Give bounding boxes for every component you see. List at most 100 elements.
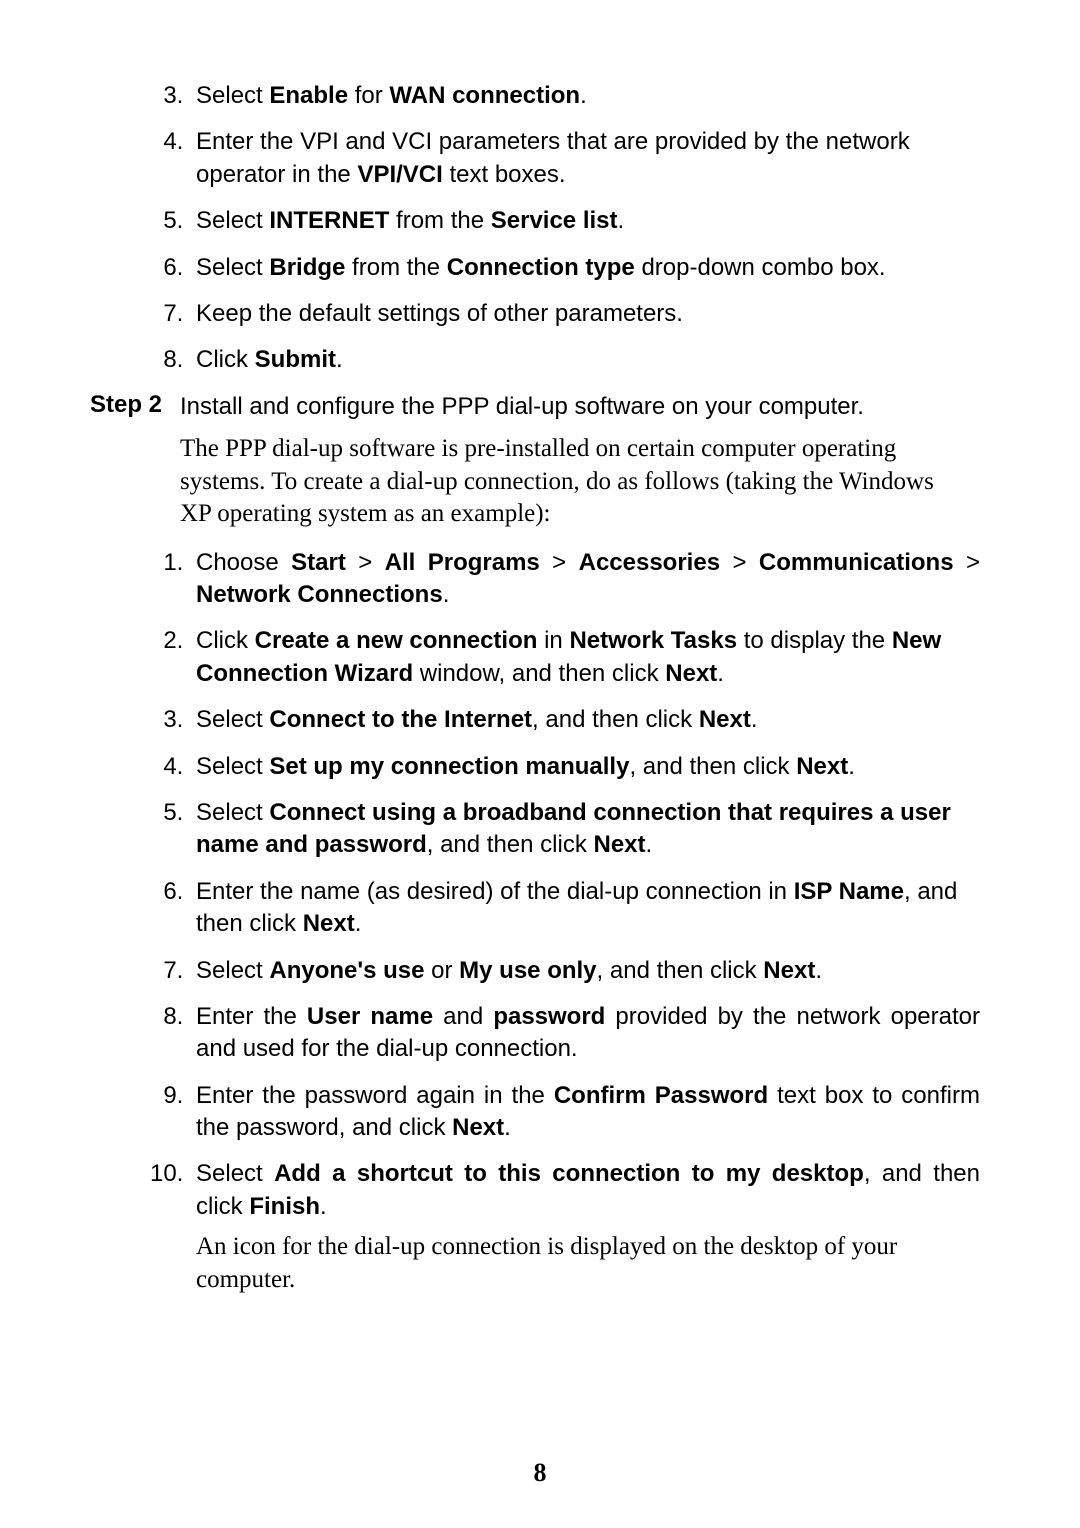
bold-text: Next (699, 706, 751, 733)
step-label: Step 2 (90, 391, 180, 419)
text: to display the (737, 627, 892, 654)
list-item: Enter the VPI and VCI parameters that ar… (190, 126, 980, 191)
text: . (504, 1114, 511, 1141)
list-item: Enter the User name and password provide… (190, 1001, 980, 1066)
list-item: Select Connect to the Internet, and then… (190, 704, 980, 736)
bold-text: Connection type (447, 254, 635, 281)
bold-text: Next (796, 753, 848, 780)
text: Keep the default settings of other param… (196, 300, 683, 327)
list-item: Select Enable for WAN connection. (190, 80, 980, 112)
text: Select (196, 82, 269, 109)
result-paragraph: An icon for the dial-up connection is di… (196, 1231, 980, 1296)
list-item: Select Bridge from the Connection type d… (190, 252, 980, 284)
list-item: Click Create a new connection in Network… (190, 625, 980, 690)
bold-text: Connect to the Internet (269, 706, 532, 733)
text: Select (196, 957, 269, 984)
bold-text: Accessories (579, 549, 720, 576)
bold-text: Set up my connection manually (269, 753, 629, 780)
bold-text: INTERNET (269, 207, 389, 234)
text: . (336, 346, 343, 373)
bold-text: Service list (491, 207, 618, 234)
text: , and then click (629, 753, 796, 780)
text: from the (345, 254, 446, 281)
bold-text: Next (763, 957, 815, 984)
text: Click (196, 346, 255, 373)
bold-text: VPI/VCI (357, 161, 442, 188)
bold-text: Start (291, 549, 346, 576)
text: . (646, 831, 653, 858)
bold-text: Anyone's use (269, 957, 424, 984)
text: Enter the password again in the (196, 1082, 554, 1109)
text: , and then click (597, 957, 764, 984)
list-item: Select Connect using a broadband connect… (190, 797, 980, 862)
bold-text: Create a new connection (255, 627, 538, 654)
bold-text: Network Connections (196, 581, 443, 608)
text: Select (196, 254, 269, 281)
text: or (424, 957, 459, 984)
step2-substeps-list: Choose Start > All Programs > Accessorie… (120, 547, 980, 1297)
bold-text: Add a shortcut to this connection to my … (274, 1160, 864, 1187)
list-item: Enter the password again in the Confirm … (190, 1080, 980, 1145)
list-item: Select Add a shortcut to this connection… (190, 1158, 980, 1296)
text: Select (196, 1160, 274, 1187)
list-item: Keep the default settings of other param… (190, 298, 980, 330)
text: Enter the (196, 1003, 307, 1030)
bold-text: Enable (269, 82, 348, 109)
text: and (433, 1003, 493, 1030)
page-number: 8 (0, 1458, 1080, 1488)
list-item: Enter the name (as desired) of the dial-… (190, 876, 980, 941)
bold-text: Next (452, 1114, 504, 1141)
bold-text: Submit (255, 346, 336, 373)
text: , and then click (532, 706, 699, 733)
bold-text: Network Tasks (569, 627, 737, 654)
text: > (540, 549, 579, 576)
bold-text: Communications (759, 549, 954, 576)
text: drop-down combo box. (635, 254, 886, 281)
bold-text: WAN connection (389, 82, 580, 109)
text: window, and then click (413, 660, 665, 687)
text: , and then click (427, 831, 594, 858)
bold-text: My use only (459, 957, 596, 984)
step-text: Install and configure the PPP dial-up so… (180, 391, 980, 423)
step2-heading: Step 2 Install and configure the PPP dia… (90, 391, 980, 423)
text: text boxes. (443, 161, 566, 188)
list-item: Select Set up my connection manually, an… (190, 751, 980, 783)
text: . (443, 581, 450, 608)
step2-intro-paragraph: The PPP dial-up software is pre-installe… (180, 433, 980, 531)
list-item: Click Submit. (190, 344, 980, 376)
text: . (618, 207, 625, 234)
text: Choose (196, 549, 291, 576)
bold-text: Finish (249, 1193, 320, 1220)
text: . (717, 660, 724, 687)
text: > (954, 549, 980, 576)
step1-substeps-list: Select Enable for WAN connection. Enter … (120, 80, 980, 377)
text: > (346, 549, 385, 576)
bold-text: Next (665, 660, 717, 687)
text: . (355, 910, 362, 937)
list-item: Select INTERNET from the Service list. (190, 205, 980, 237)
text: > (720, 549, 759, 576)
bold-text: Bridge (269, 254, 345, 281)
text: . (815, 957, 822, 984)
text: Enter the name (as desired) of the dial-… (196, 878, 794, 905)
text: from the (389, 207, 490, 234)
text: . (580, 82, 587, 109)
bold-text: ISP Name (794, 878, 904, 905)
text: in (537, 627, 569, 654)
bold-text: password (493, 1003, 605, 1030)
bold-text: Confirm Password (554, 1082, 768, 1109)
document-page: Select Enable for WAN connection. Enter … (0, 0, 1080, 1528)
text: Select (196, 753, 269, 780)
text: for (348, 82, 389, 109)
list-item: Select Anyone's use or My use only, and … (190, 955, 980, 987)
text: . (848, 753, 855, 780)
bold-text: Next (594, 831, 646, 858)
text: Select (196, 207, 269, 234)
bold-text: User name (307, 1003, 433, 1030)
list-item: Choose Start > All Programs > Accessorie… (190, 547, 980, 612)
text: . (751, 706, 758, 733)
text: Select (196, 799, 269, 826)
text: Click (196, 627, 255, 654)
text: Select (196, 706, 269, 733)
bold-text: Next (303, 910, 355, 937)
